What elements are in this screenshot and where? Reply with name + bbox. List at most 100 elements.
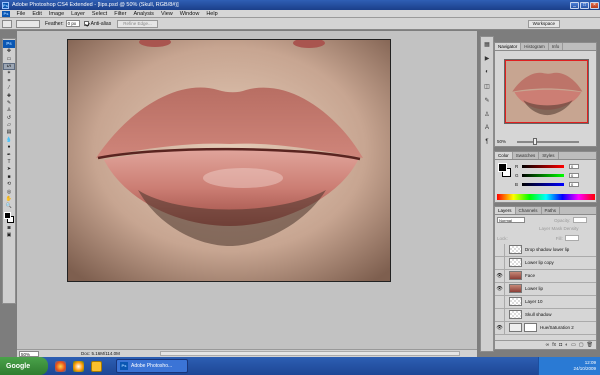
layer-row[interactable]: 👁 Face	[495, 269, 596, 283]
magic-wand-tool-icon[interactable]: ✶	[3, 70, 15, 77]
menu-analysis[interactable]: Analysis	[130, 11, 157, 17]
menu-layer[interactable]: Layer	[68, 11, 89, 17]
link-layers-icon[interactable]: ∞	[546, 342, 550, 348]
pen-tool-icon[interactable]: ✒	[3, 151, 15, 158]
layer-row[interactable]: 👁 Hue/Saturation 2	[495, 321, 596, 335]
quick-mask-icon[interactable]: ◙	[3, 225, 15, 232]
gradient-tool-icon[interactable]: ▤	[3, 129, 15, 136]
horizontal-scrollbar[interactable]	[159, 351, 460, 356]
type-tool-icon[interactable]: T	[3, 159, 15, 166]
folder-quicklaunch-icon[interactable]	[91, 360, 102, 372]
menu-window[interactable]: Window	[176, 11, 203, 17]
shape-tool-icon[interactable]: ■	[3, 174, 15, 181]
visibility-eye-icon[interactable]	[495, 308, 505, 321]
adjustment-layer-icon[interactable]: ◐	[565, 342, 568, 348]
document-info[interactable]: Doc: 5.16M/114.0M	[81, 351, 120, 356]
actions-panel-icon[interactable]: ▶	[481, 53, 493, 63]
navigator-zoom-slider[interactable]	[517, 141, 579, 143]
visibility-eye-icon[interactable]: 👁	[495, 269, 505, 282]
menu-help[interactable]: Help	[203, 11, 221, 17]
eraser-tool-icon[interactable]: ▱	[3, 122, 15, 129]
3d-rotate-tool-icon[interactable]: ⟲	[3, 181, 15, 188]
blue-value-input[interactable]: 0	[569, 182, 579, 187]
blend-mode-select[interactable]: Normal	[497, 217, 525, 223]
selection-mode-buttons[interactable]	[16, 19, 40, 28]
menu-view[interactable]: View	[157, 11, 176, 17]
visibility-eye-icon[interactable]: 👁	[495, 321, 505, 334]
lasso-tool-icon[interactable]: ᔕ	[3, 62, 15, 71]
visibility-eye-icon[interactable]: 👁	[495, 282, 505, 295]
menu-select[interactable]: Select	[88, 11, 110, 17]
new-group-icon[interactable]: ▭	[571, 342, 576, 348]
document-canvas[interactable]	[67, 39, 391, 282]
tab-navigator[interactable]: Navigator	[495, 43, 522, 50]
app-menu-icon[interactable]: Ps	[2, 10, 10, 17]
history-panel-icon[interactable]: ▦	[481, 39, 493, 49]
feather-input[interactable]: 0 px	[65, 20, 80, 27]
crop-tool-icon[interactable]: ⌗	[3, 78, 15, 85]
close-button[interactable]: ×	[590, 1, 599, 9]
refine-edge-button[interactable]: Refine Edge...	[117, 19, 158, 28]
tab-histogram[interactable]: Histogram	[521, 43, 549, 50]
start-button[interactable]: Google	[0, 357, 48, 375]
healing-brush-tool-icon[interactable]: ✚	[3, 92, 15, 99]
minimize-button[interactable]: _	[570, 1, 579, 9]
tab-info[interactable]: Info	[549, 43, 564, 50]
blur-tool-icon[interactable]: 💧	[3, 137, 15, 144]
taskbar-photoshop-button[interactable]: Ps Adobe Photosho...	[116, 359, 188, 373]
green-value-input[interactable]: 0	[569, 173, 579, 178]
delete-layer-icon[interactable]: 🗑	[587, 342, 593, 348]
visibility-eye-icon[interactable]	[495, 295, 505, 308]
color-spectrum-ramp[interactable]	[497, 194, 595, 200]
layer-row[interactable]: Layer 10	[495, 295, 596, 309]
new-layer-icon[interactable]: ▢	[579, 342, 584, 348]
navigator-zoom-handle[interactable]	[533, 138, 537, 145]
zoom-field[interactable]: 50%	[19, 350, 39, 357]
tab-paths[interactable]: Paths	[542, 207, 561, 214]
character-panel-icon[interactable]: A	[481, 123, 493, 133]
layer-style-icon[interactable]: fx	[552, 342, 556, 348]
paragraph-panel-icon[interactable]: ¶	[481, 137, 493, 147]
red-slider[interactable]	[522, 165, 564, 168]
history-brush-tool-icon[interactable]: ↺	[3, 115, 15, 122]
visibility-eye-icon[interactable]	[495, 243, 505, 256]
clone-stamp-tool-icon[interactable]: ♙	[3, 107, 15, 114]
tab-swatches[interactable]: Swatches	[513, 152, 540, 159]
menu-filter[interactable]: Filter	[111, 11, 130, 17]
fill-input[interactable]	[564, 235, 579, 241]
menu-edit[interactable]: Edit	[29, 11, 45, 17]
antialias-checkbox[interactable]	[83, 21, 89, 26]
screen-mode-icon[interactable]: ▣	[3, 232, 15, 239]
menu-file[interactable]: File	[13, 11, 29, 17]
path-selection-tool-icon[interactable]: ➤	[3, 166, 15, 173]
tab-color[interactable]: Color	[495, 152, 513, 159]
tab-channels[interactable]: Channels	[516, 207, 542, 214]
eyedropper-tool-icon[interactable]: ⁄	[3, 85, 15, 92]
navigator-zoom-value[interactable]: 50%	[497, 139, 506, 144]
visibility-eye-icon[interactable]	[495, 256, 505, 269]
clone-source-panel-icon[interactable]: ♙	[481, 109, 493, 119]
color-foreground-swatch[interactable]	[498, 163, 507, 172]
menu-image[interactable]: Image	[45, 11, 67, 17]
tab-styles[interactable]: Styles	[539, 152, 559, 159]
tab-layers[interactable]: Layers	[495, 207, 516, 214]
marquee-tool-icon[interactable]: ▭	[3, 55, 15, 62]
maximize-button[interactable]: □	[580, 1, 589, 9]
color-swatches[interactable]	[3, 211, 15, 225]
navigator-view-box[interactable]	[505, 60, 588, 123]
dodge-tool-icon[interactable]: ●	[3, 144, 15, 151]
brush-tool-icon[interactable]: ✎	[3, 100, 15, 107]
move-tool-icon[interactable]: ✥	[3, 48, 15, 55]
green-slider[interactable]	[522, 174, 564, 177]
media-quicklaunch-icon[interactable]	[73, 360, 84, 372]
masks-panel-icon[interactable]: ◫	[481, 81, 493, 91]
layer-row[interactable]: Skull shadow	[495, 308, 596, 322]
workspace-dropdown[interactable]: Workspace	[527, 19, 560, 28]
3d-orbit-tool-icon[interactable]: ◎	[3, 188, 15, 195]
tool-preset-picker[interactable]	[2, 19, 12, 28]
layer-row[interactable]: Drop shadow lower lip	[495, 243, 596, 257]
opacity-input[interactable]	[572, 217, 587, 223]
red-value-input[interactable]: 0	[569, 164, 579, 169]
adjustments-panel-icon[interactable]: ◐	[481, 67, 493, 77]
foreground-color-swatch[interactable]	[4, 211, 11, 219]
